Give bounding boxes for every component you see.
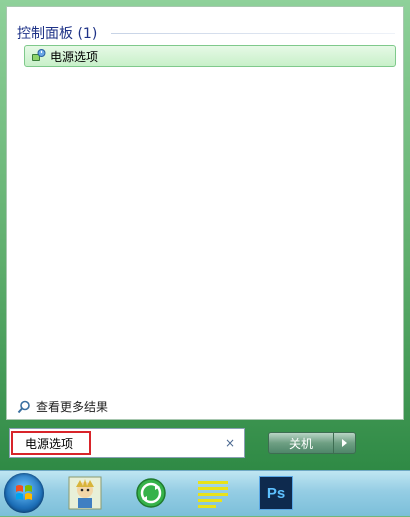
search-box[interactable] [9, 428, 245, 458]
power-options-icon [32, 49, 46, 61]
shutdown-button[interactable]: 关机 [268, 432, 334, 454]
result-item-label: 电源选项 [50, 49, 99, 64]
photoshop-icon[interactable]: Ps [259, 476, 293, 510]
notes-yellow-icon[interactable] [196, 476, 230, 510]
results-group-header[interactable]: 控制面板 (1) [17, 23, 97, 43]
search-results-pane: 控制面板 (1) 电源选项 查看更多结果 [6, 6, 404, 420]
search-input[interactable] [10, 429, 225, 457]
shutdown-options-arrow[interactable] [334, 432, 356, 454]
group-divider [111, 33, 395, 34]
game-character-icon[interactable] [68, 476, 102, 510]
clear-search-icon[interactable]: × [224, 436, 236, 450]
see-more-label: 查看更多结果 [36, 400, 109, 414]
see-more-results-link[interactable]: 查看更多结果 [17, 398, 108, 415]
chevron-right-icon [342, 439, 347, 447]
start-orb-icon[interactable] [4, 473, 44, 513]
search-icon [17, 400, 30, 413]
result-item-power-options[interactable]: 电源选项 [24, 45, 396, 67]
windows-logo-icon [16, 485, 32, 500]
refresh-green-icon[interactable] [134, 476, 168, 510]
